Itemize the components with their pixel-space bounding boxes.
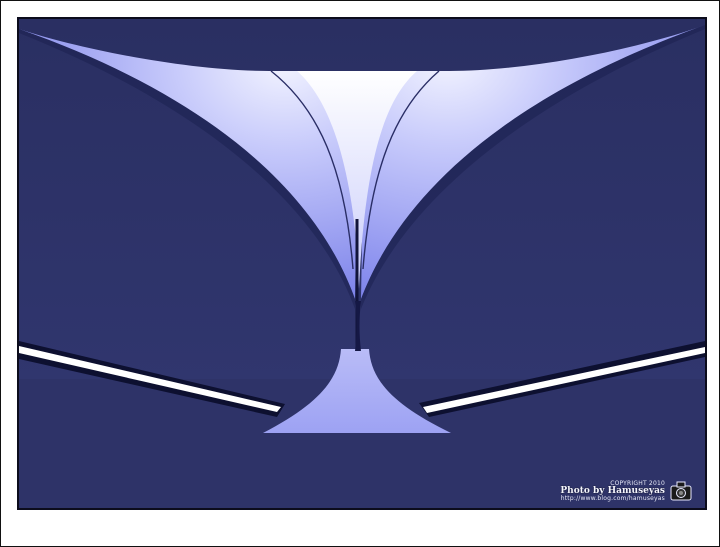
ceiling-sculpture-scene <box>19 19 705 508</box>
photograph: COPYRIGHT 2010 Photo by Hamuseyas http:/… <box>17 17 707 510</box>
watermark-text: COPYRIGHT 2010 Photo by Hamuseyas http:/… <box>560 480 665 502</box>
watermark: COPYRIGHT 2010 Photo by Hamuseyas http:/… <box>560 480 693 502</box>
camera-icon <box>670 481 692 501</box>
photo-frame: COPYRIGHT 2010 Photo by Hamuseyas http:/… <box>0 0 720 547</box>
watermark-url: http://www.blog.com/hamuseyas <box>560 494 665 502</box>
